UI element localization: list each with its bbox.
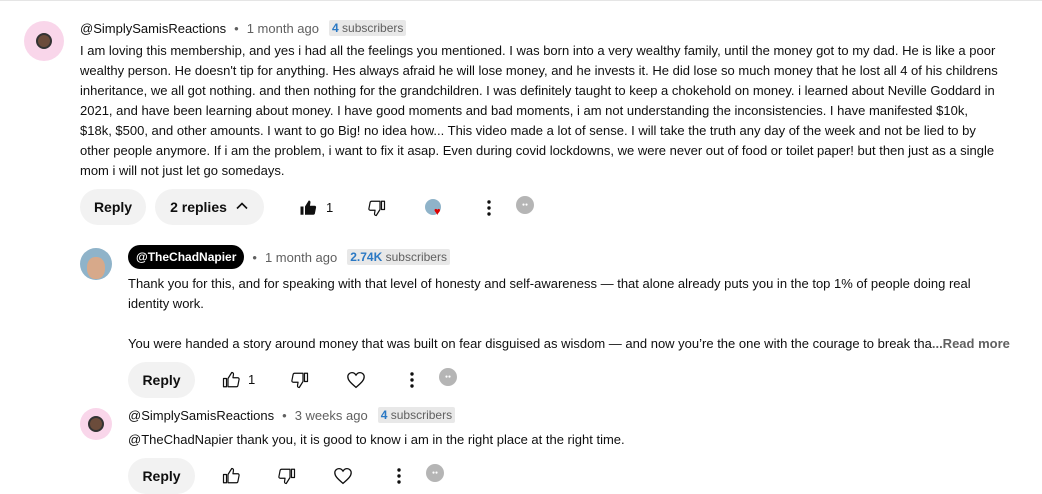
avatar-face-icon [88,416,104,432]
comment-line: identity work. [128,296,204,311]
reply-button[interactable]: Reply [80,189,146,225]
comment-line: @TheChadNapier thank you, it is good to … [128,432,625,447]
extension-icon[interactable]: ●● [439,368,457,386]
more-vert-icon[interactable] [480,198,498,218]
subscriber-count: 4 [331,21,339,35]
avatar[interactable] [80,248,112,280]
creator-heart-badge: ♥ [425,199,445,219]
subscriber-badge: 4 subscribers [377,407,456,423]
comment-line: inheritance, we all got nothing. and the… [80,83,995,98]
thumbs-up-icon[interactable] [221,466,241,486]
subscriber-label: subscribers [385,250,447,264]
avatar-face-icon [87,257,105,279]
more-vert-icon[interactable] [403,370,421,390]
comment-line: I am loving this membership, and yes i h… [80,43,996,58]
replies-toggle-button[interactable]: 2 replies [155,189,264,225]
separator-dot: • [252,249,257,265]
read-more-link[interactable]: ...Read more [932,336,1010,351]
author-handle[interactable]: @SimplySamisReactions [80,21,226,36]
comment-line: mom i will not just let go somedays. [80,163,285,178]
heart-icon[interactable] [345,370,367,390]
reply-button[interactable]: Reply [128,458,195,494]
comment-body: I am loving this membership, and yes i h… [80,41,1020,181]
comment-body: @TheChadNapier thank you, it is good to … [128,430,1018,450]
creator-handle-chip[interactable]: @TheChadNapier [128,245,245,269]
extension-icon[interactable]: ●● [516,196,534,214]
comment-header: @TheChadNapier • 1 month ago 2.74K subsc… [128,245,450,269]
subscriber-label: subscribers [390,408,453,422]
comment-header: @SimplySamisReactions • 3 weeks ago 4 su… [128,406,456,424]
like-count: 1 [326,200,334,215]
comment-line-text: You were handed a story around money tha… [128,336,932,351]
subscriber-label: subscribers [342,21,404,35]
thumbs-up-icon[interactable] [298,198,318,218]
heart-icon: ♥ [434,206,441,218]
comment-body: Thank you for this, and for speaking wit… [128,274,1018,354]
timestamp[interactable]: 3 weeks ago [295,408,368,423]
subscriber-count: 4 [380,408,388,422]
subscriber-count: 2.74K [350,250,383,264]
timestamp[interactable]: 1 month ago [265,250,337,265]
like-count: 1 [248,372,256,387]
comment-header: @SimplySamisReactions • 1 month ago 4 su… [80,19,407,37]
avatar[interactable] [24,21,64,61]
replies-count-label: 2 replies [170,199,227,215]
divider [0,0,1042,1]
thumbs-down-icon[interactable] [277,466,297,486]
thumbs-down-icon[interactable] [367,198,387,218]
separator-dot: • [234,20,239,36]
author-handle[interactable]: @SimplySamisReactions [128,408,274,423]
extension-icon[interactable]: ●● [426,464,444,482]
separator-dot: • [282,407,287,423]
reply-button[interactable]: Reply [128,362,195,398]
avatar[interactable] [80,408,112,440]
thumbs-down-icon[interactable] [290,370,310,390]
comment-line: You were handed a story around money tha… [128,334,1018,354]
avatar-face-icon [36,33,52,49]
subscriber-badge: 4 subscribers [328,20,407,36]
comment-line: 2021, and have been learning about money… [80,103,968,118]
heart-icon[interactable] [332,466,354,486]
comment-line: $18k, $500, and other amounts. I want to… [80,123,976,138]
thumbs-up-icon[interactable] [221,370,241,390]
comment-line: wealthy person. He doesn't tip for anyth… [80,63,998,78]
comment-line: other people anymore. If i am the proble… [80,143,995,158]
more-vert-icon[interactable] [390,466,408,486]
subscriber-badge: 2.74K subscribers [347,249,450,265]
comment-line: Thank you for this, and for speaking wit… [128,276,971,291]
chevron-up-icon [235,199,249,216]
timestamp[interactable]: 1 month ago [247,21,319,36]
